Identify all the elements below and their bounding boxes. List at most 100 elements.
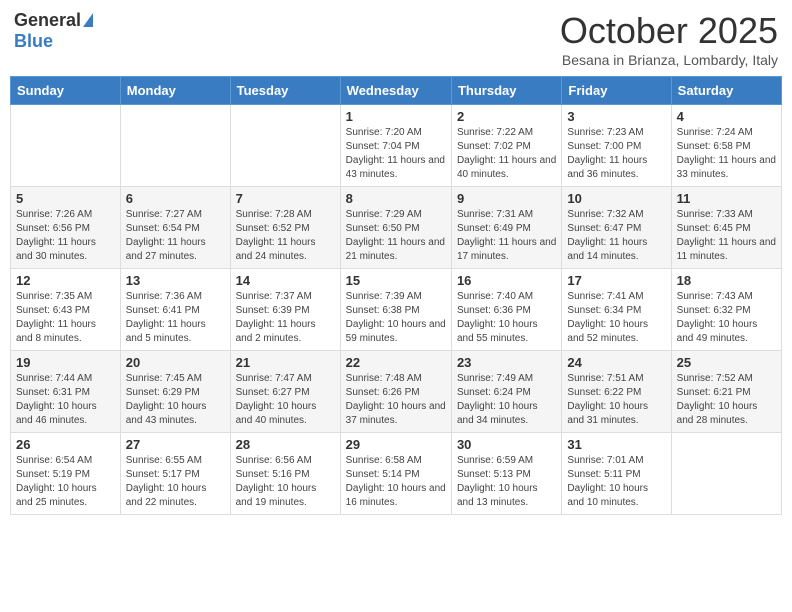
- calendar-cell: 13 Sunrise: 7:36 AM Sunset: 6:41 PM Dayli…: [120, 269, 230, 351]
- day-number: 2: [457, 109, 556, 124]
- calendar-week-row: 19 Sunrise: 7:44 AM Sunset: 6:31 PM Dayli…: [11, 351, 782, 433]
- day-number: 18: [677, 273, 776, 288]
- day-number: 22: [346, 355, 446, 370]
- day-info: Sunrise: 6:55 AM Sunset: 5:17 PM Dayligh…: [126, 454, 225, 510]
- day-number: 28: [236, 437, 335, 452]
- month-title: October 2025: [560, 10, 778, 52]
- day-info: Sunrise: 7:31 AM Sunset: 6:49 PM Dayligh…: [457, 208, 556, 264]
- day-number: 14: [236, 273, 335, 288]
- day-number: 23: [457, 355, 556, 370]
- day-header-tuesday: Tuesday: [230, 77, 340, 105]
- calendar-week-row: 1 Sunrise: 7:20 AM Sunset: 7:04 PM Daylig…: [11, 105, 782, 187]
- calendar-cell: 18 Sunrise: 7:43 AM Sunset: 6:32 PM Dayli…: [671, 269, 781, 351]
- day-info: Sunrise: 7:47 AM Sunset: 6:27 PM Dayligh…: [236, 372, 335, 428]
- calendar-cell: 19 Sunrise: 7:44 AM Sunset: 6:31 PM Dayli…: [11, 351, 121, 433]
- day-info: Sunrise: 6:58 AM Sunset: 5:14 PM Dayligh…: [346, 454, 446, 510]
- calendar-cell: 10 Sunrise: 7:32 AM Sunset: 6:47 PM Dayli…: [562, 187, 671, 269]
- calendar-cell: 23Sunrise: 7:49 AM Sunset: 6:24 PM Dayli…: [451, 351, 561, 433]
- title-section: October 2025 Besana in Brianza, Lombardy…: [560, 10, 778, 68]
- day-info: Sunrise: 7:41 AM Sunset: 6:34 PM Dayligh…: [567, 290, 665, 346]
- calendar-cell: [671, 433, 781, 515]
- day-number: 24: [567, 355, 665, 370]
- calendar-week-row: 5 Sunrise: 7:26 AM Sunset: 6:56 PM Daylig…: [11, 187, 782, 269]
- day-info: Sunrise: 7:45 AM Sunset: 6:29 PM Dayligh…: [126, 372, 225, 428]
- logo-triangle-icon: [83, 13, 93, 27]
- calendar-cell: 3 Sunrise: 7:23 AM Sunset: 7:00 PM Daylig…: [562, 105, 671, 187]
- day-info: Sunrise: 7:32 AM Sunset: 6:47 PM Dayligh…: [567, 208, 665, 264]
- calendar-cell: 14 Sunrise: 7:37 AM Sunset: 6:39 PM Dayli…: [230, 269, 340, 351]
- calendar-cell: 9 Sunrise: 7:31 AM Sunset: 6:49 PM Daylig…: [451, 187, 561, 269]
- day-info: Sunrise: 7:26 AM Sunset: 6:56 PM Dayligh…: [16, 208, 115, 264]
- day-number: 10: [567, 191, 665, 206]
- calendar-week-row: 26 Sunrise: 6:54 AM Sunset: 5:19 PM Dayli…: [11, 433, 782, 515]
- calendar-cell: 15 Sunrise: 7:39 AM Sunset: 6:38 PM Dayli…: [340, 269, 451, 351]
- calendar-cell: 20Sunrise: 7:45 AM Sunset: 6:29 PM Dayli…: [120, 351, 230, 433]
- day-info: Sunrise: 7:27 AM Sunset: 6:54 PM Dayligh…: [126, 208, 225, 264]
- day-number: 19: [16, 355, 115, 370]
- day-number: 6: [126, 191, 225, 206]
- day-info: Sunrise: 7:20 AM Sunset: 7:04 PM Dayligh…: [346, 126, 446, 182]
- day-number: 11: [677, 191, 776, 206]
- calendar-cell: 29Sunrise: 6:58 AM Sunset: 5:14 PM Dayli…: [340, 433, 451, 515]
- day-number: 15: [346, 273, 446, 288]
- day-info: Sunrise: 7:01 AM Sunset: 5:11 PM Dayligh…: [567, 454, 665, 510]
- day-number: 26: [16, 437, 115, 452]
- day-number: 1: [346, 109, 446, 124]
- page-header: General Blue October 2025 Besana in Bria…: [10, 10, 782, 68]
- calendar-cell: 30Sunrise: 6:59 AM Sunset: 5:13 PM Dayli…: [451, 433, 561, 515]
- calendar-cell: 17 Sunrise: 7:41 AM Sunset: 6:34 PM Dayli…: [562, 269, 671, 351]
- logo: General Blue: [14, 10, 93, 52]
- day-info: Sunrise: 6:56 AM Sunset: 5:16 PM Dayligh…: [236, 454, 335, 510]
- location-subtitle: Besana in Brianza, Lombardy, Italy: [560, 52, 778, 68]
- day-number: 12: [16, 273, 115, 288]
- calendar-week-row: 12Sunrise: 7:35 AM Sunset: 6:43 PM Dayli…: [11, 269, 782, 351]
- calendar-cell: 5 Sunrise: 7:26 AM Sunset: 6:56 PM Daylig…: [11, 187, 121, 269]
- calendar-cell: 22Sunrise: 7:48 AM Sunset: 6:26 PM Dayli…: [340, 351, 451, 433]
- day-number: 21: [236, 355, 335, 370]
- calendar-cell: 31 Sunrise: 7:01 AM Sunset: 5:11 PM Dayli…: [562, 433, 671, 515]
- calendar-cell: 21 Sunrise: 7:47 AM Sunset: 6:27 PM Dayli…: [230, 351, 340, 433]
- calendar-cell: 7Sunrise: 7:28 AM Sunset: 6:52 PM Daylig…: [230, 187, 340, 269]
- calendar-cell: 1 Sunrise: 7:20 AM Sunset: 7:04 PM Daylig…: [340, 105, 451, 187]
- calendar-cell: 2Sunrise: 7:22 AM Sunset: 7:02 PM Daylig…: [451, 105, 561, 187]
- day-number: 31: [567, 437, 665, 452]
- day-number: 16: [457, 273, 556, 288]
- day-info: Sunrise: 7:37 AM Sunset: 6:39 PM Dayligh…: [236, 290, 335, 346]
- day-info: Sunrise: 7:39 AM Sunset: 6:38 PM Dayligh…: [346, 290, 446, 346]
- day-header-sunday: Sunday: [11, 77, 121, 105]
- day-info: Sunrise: 7:23 AM Sunset: 7:00 PM Dayligh…: [567, 126, 665, 182]
- calendar-cell: 25Sunrise: 7:52 AM Sunset: 6:21 PM Dayli…: [671, 351, 781, 433]
- day-header-saturday: Saturday: [671, 77, 781, 105]
- day-info: Sunrise: 7:43 AM Sunset: 6:32 PM Dayligh…: [677, 290, 776, 346]
- day-number: 13: [126, 273, 225, 288]
- day-number: 8: [346, 191, 446, 206]
- day-info: Sunrise: 7:36 AM Sunset: 6:41 PM Dayligh…: [126, 290, 225, 346]
- day-header-wednesday: Wednesday: [340, 77, 451, 105]
- day-number: 30: [457, 437, 556, 452]
- calendar-cell: 24 Sunrise: 7:51 AM Sunset: 6:22 PM Dayli…: [562, 351, 671, 433]
- calendar-header-row: SundayMondayTuesdayWednesdayThursdayFrid…: [11, 77, 782, 105]
- day-info: Sunrise: 7:29 AM Sunset: 6:50 PM Dayligh…: [346, 208, 446, 264]
- calendar-cell: 8 Sunrise: 7:29 AM Sunset: 6:50 PM Daylig…: [340, 187, 451, 269]
- calendar-cell: 11 Sunrise: 7:33 AM Sunset: 6:45 PM Dayli…: [671, 187, 781, 269]
- calendar-cell: 27 Sunrise: 6:55 AM Sunset: 5:17 PM Dayli…: [120, 433, 230, 515]
- calendar-table: SundayMondayTuesdayWednesdayThursdayFrid…: [10, 76, 782, 515]
- day-number: 3: [567, 109, 665, 124]
- day-header-friday: Friday: [562, 77, 671, 105]
- day-info: Sunrise: 7:24 AM Sunset: 6:58 PM Dayligh…: [677, 126, 776, 182]
- day-header-thursday: Thursday: [451, 77, 561, 105]
- calendar-cell: 26 Sunrise: 6:54 AM Sunset: 5:19 PM Dayli…: [11, 433, 121, 515]
- day-info: Sunrise: 7:51 AM Sunset: 6:22 PM Dayligh…: [567, 372, 665, 428]
- day-info: Sunrise: 7:33 AM Sunset: 6:45 PM Dayligh…: [677, 208, 776, 264]
- day-number: 9: [457, 191, 556, 206]
- day-number: 5: [16, 191, 115, 206]
- day-number: 27: [126, 437, 225, 452]
- calendar-cell: 12Sunrise: 7:35 AM Sunset: 6:43 PM Dayli…: [11, 269, 121, 351]
- day-number: 17: [567, 273, 665, 288]
- calendar-cell: [120, 105, 230, 187]
- day-info: Sunrise: 7:44 AM Sunset: 6:31 PM Dayligh…: [16, 372, 115, 428]
- calendar-cell: [230, 105, 340, 187]
- logo-general-text: General: [14, 10, 81, 31]
- day-info: Sunrise: 7:28 AM Sunset: 6:52 PM Dayligh…: [236, 208, 335, 264]
- day-info: Sunrise: 6:54 AM Sunset: 5:19 PM Dayligh…: [16, 454, 115, 510]
